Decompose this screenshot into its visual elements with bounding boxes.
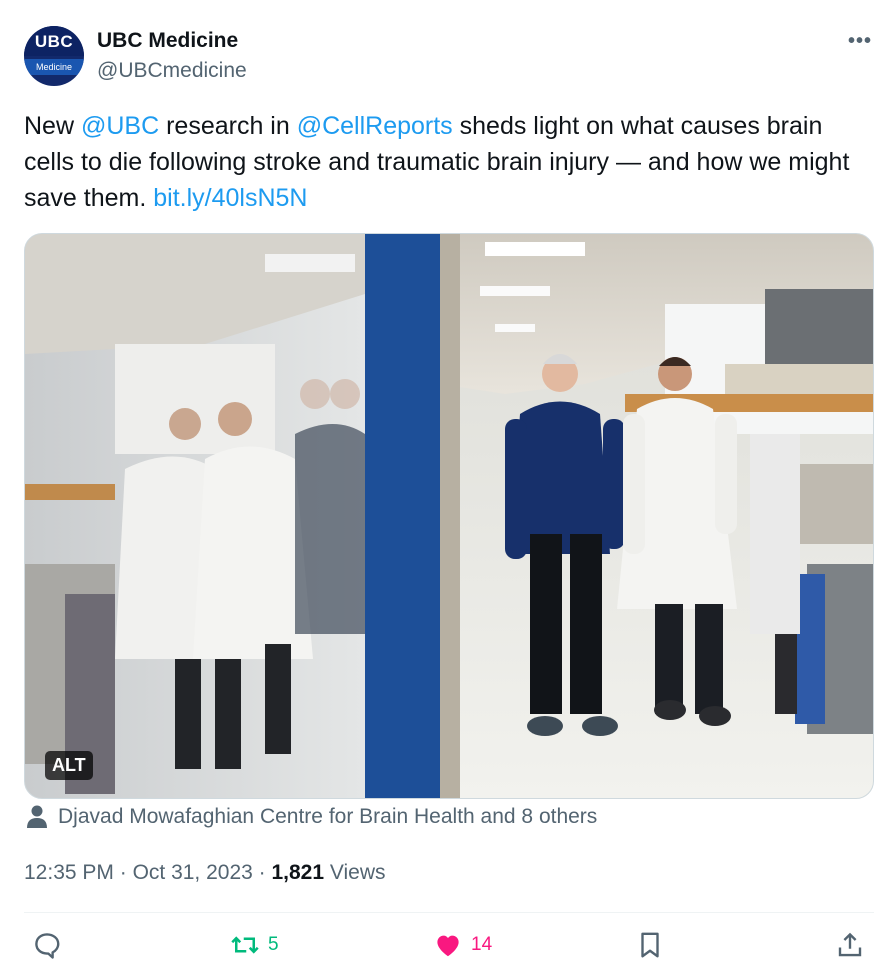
avatar-ubc-text: UBC: [34, 32, 74, 51]
tweet-link[interactable]: bit.ly/40lsN5N: [153, 184, 307, 212]
share-icon: [838, 932, 862, 957]
retweet-icon: [231, 936, 259, 954]
tweet-text: New @UBC research in @CellReports sheds …: [24, 108, 864, 216]
tagged-people[interactable]: Djavad Mowafaghian Centre for Brain Heal…: [26, 805, 597, 829]
tweet-text-part: New: [24, 112, 81, 140]
mention-ubc[interactable]: @UBC: [81, 112, 159, 140]
like-icon: [437, 935, 459, 957]
like-button[interactable]: 14: [433, 930, 492, 960]
person-icon: [27, 805, 47, 828]
tweet-text-part: research in: [159, 112, 297, 140]
alt-badge[interactable]: ALT: [45, 751, 93, 780]
divider: [24, 912, 874, 913]
avatar[interactable]: UBC Medicine: [24, 26, 84, 86]
views-label: Views: [324, 861, 386, 884]
like-count: 14: [471, 934, 493, 955]
photo-illustration: [25, 234, 873, 798]
tagged-text: Djavad Mowafaghian Centre for Brain Heal…: [58, 805, 598, 828]
retweet-button[interactable]: 5: [230, 930, 279, 960]
more-icon[interactable]: •••: [848, 30, 872, 53]
retweet-count: 5: [268, 934, 279, 955]
reply-icon: [35, 933, 60, 959]
tweet-date[interactable]: Oct 31, 2023: [133, 861, 253, 884]
bookmark-icon: [641, 932, 659, 958]
author-name[interactable]: UBC Medicine: [97, 29, 238, 53]
author-handle[interactable]: @UBCmedicine: [97, 59, 247, 83]
avatar-medicine-text: Medicine: [24, 59, 84, 75]
action-bar: 5 14: [0, 930, 891, 964]
share-button[interactable]: [835, 930, 865, 960]
mention-cellreports[interactable]: @CellReports: [297, 112, 453, 140]
meta-separator: ·: [252, 861, 272, 884]
tweet-photo[interactable]: ALT: [24, 233, 874, 799]
tweet-meta: 12:35 PM · Oct 31, 2023 · 1,821 Views: [24, 861, 386, 885]
bookmark-button[interactable]: [635, 930, 665, 960]
meta-separator: ·: [113, 861, 133, 884]
reply-button[interactable]: [32, 930, 62, 960]
tweet-time[interactable]: 12:35 PM: [24, 861, 114, 884]
views-count: 1,821: [271, 861, 325, 884]
